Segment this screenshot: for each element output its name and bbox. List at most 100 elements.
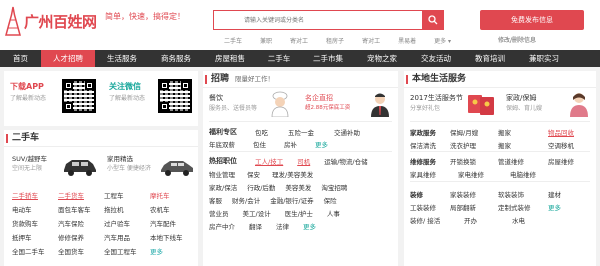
- life-link[interactable]: 保姆/月嫂: [450, 127, 498, 137]
- nav-item-parttime[interactable]: 兼职实习: [517, 50, 571, 67]
- car-link[interactable]: 汽车保险: [58, 218, 104, 228]
- nav-item-housing[interactable]: 房屋租售: [203, 50, 257, 67]
- car-link[interactable]: 修修保养: [58, 232, 104, 242]
- jobs-promo-enterprise[interactable]: 名企直招 超2.88元保底工资: [305, 93, 350, 111]
- nav-item-pets[interactable]: 宠物之家: [355, 50, 409, 67]
- hot-job-link[interactable]: 保安: [247, 169, 260, 179]
- nav-item-dating[interactable]: 交友活动: [409, 50, 463, 67]
- hot-job-link[interactable]: 司机: [297, 156, 310, 166]
- car-link-more[interactable]: 更多: [150, 246, 196, 256]
- welfare-link[interactable]: 包住: [253, 139, 266, 149]
- life-link[interactable]: 空调移机: [548, 140, 574, 150]
- hot-word[interactable]: 寄对工: [290, 36, 308, 45]
- life-link-more[interactable]: 更多: [548, 202, 561, 212]
- welfare-link[interactable]: 五险一金: [288, 127, 314, 137]
- car-link[interactable]: 二手货车: [58, 190, 104, 200]
- life-link[interactable]: 搬家: [498, 127, 548, 137]
- nav-item-home[interactable]: 首页: [0, 50, 41, 67]
- life-link[interactable]: 保洁清洗: [410, 140, 450, 150]
- hot-word[interactable]: 兼职: [260, 36, 272, 45]
- hot-job-link[interactable]: 医生/护士: [285, 208, 313, 218]
- car-link[interactable]: 面包车客车: [58, 204, 104, 214]
- hot-word[interactable]: 二手车: [224, 36, 242, 45]
- hot-job-link[interactable]: 金融/银行/证券: [270, 195, 313, 205]
- life-link[interactable]: 家电维修: [458, 169, 510, 179]
- site-logo[interactable]: 广州百姓网: [4, 4, 97, 38]
- car-link[interactable]: 过户验车: [104, 218, 150, 228]
- car-link[interactable]: 货款购车: [12, 218, 58, 228]
- car-link[interactable]: 本地下线车: [150, 232, 196, 242]
- life-promo-housekeeping[interactable]: 家政/保姆 保姆、育儿嫂: [506, 93, 542, 112]
- life-link[interactable]: 搬家: [498, 140, 548, 150]
- car-link[interactable]: 全国货车: [58, 246, 104, 256]
- welfare-link-more[interactable]: 更多: [315, 139, 328, 149]
- car-link[interactable]: 拖拉机: [104, 204, 150, 214]
- nav-item-market[interactable]: 二手市集: [301, 50, 355, 67]
- hot-job-link[interactable]: 美工/设计: [243, 208, 271, 218]
- hot-word[interactable]: 租房子: [326, 36, 344, 45]
- car-link[interactable]: 全国工程车: [104, 246, 150, 256]
- hot-job-link[interactable]: 家政/保洁: [209, 182, 237, 192]
- welfare-link[interactable]: 房补: [284, 139, 297, 149]
- hot-word-more[interactable]: 更多 ▾: [434, 36, 451, 45]
- life-link[interactable]: 工装装修: [410, 202, 450, 212]
- hot-word[interactable]: 寄对工: [362, 36, 380, 45]
- hot-job-link[interactable]: 财务/会计: [232, 195, 260, 205]
- hot-job-link[interactable]: 行政/后勤: [247, 182, 275, 192]
- edit-delete-link[interactable]: 修改/删除信息: [498, 35, 536, 44]
- nav-item-business[interactable]: 商务服务: [149, 50, 203, 67]
- used-cars-title[interactable]: 二手车: [4, 130, 198, 147]
- life-link[interactable]: 局部翻新: [450, 202, 498, 212]
- car-link[interactable]: 汽车用品: [104, 232, 150, 242]
- life-promo-festival[interactable]: 2017生活服务节 分享好礼包: [410, 93, 463, 112]
- car-link[interactable]: 全国二手车: [12, 246, 58, 256]
- hot-job-link[interactable]: 保险: [324, 195, 337, 205]
- hot-job-link[interactable]: 客服: [209, 195, 222, 205]
- search-input[interactable]: [214, 11, 422, 29]
- life-link[interactable]: 洗衣护理: [450, 140, 498, 150]
- life-link[interactable]: 管道维修: [498, 156, 548, 166]
- car-promo-suv[interactable]: SUV/越野车 空间无上限: [12, 154, 47, 174]
- car-link[interactable]: 抵押车: [12, 232, 58, 242]
- nav-item-life[interactable]: 生活服务: [95, 50, 149, 67]
- hot-job-link[interactable]: 翻译: [249, 221, 262, 231]
- car-link[interactable]: 摩托车: [150, 190, 196, 200]
- nav-item-education[interactable]: 教育培训: [463, 50, 517, 67]
- wechat-title[interactable]: 关注微信: [109, 81, 141, 92]
- life-link[interactable]: 家装装修: [450, 189, 498, 199]
- hot-job-link[interactable]: 工人/技工: [255, 156, 283, 166]
- welfare-link[interactable]: 包吃: [255, 127, 268, 137]
- life-link[interactable]: 开锁换锁: [450, 156, 498, 166]
- car-link[interactable]: 农机车: [150, 204, 196, 214]
- welfare-link[interactable]: 交通补助: [334, 127, 360, 137]
- search-button[interactable]: [422, 10, 444, 30]
- hot-job-link[interactable]: 房产中介: [209, 221, 235, 231]
- jobs-promo-food[interactable]: 餐饮 服务员、送餐员等: [209, 93, 257, 112]
- publish-button[interactable]: 免费发布信息: [480, 10, 584, 30]
- hot-job-link-more[interactable]: 更多: [303, 221, 316, 231]
- life-link[interactable]: 物品回收: [548, 127, 574, 137]
- car-link[interactable]: 电动车: [12, 204, 58, 214]
- life-link[interactable]: 家具维修: [410, 169, 458, 179]
- welfare-link[interactable]: 年底双薪: [209, 139, 235, 149]
- hot-job-link[interactable]: 理发/美容美发: [272, 169, 313, 179]
- car-link[interactable]: 工程车: [104, 190, 150, 200]
- nav-item-jobs[interactable]: 人才招聘: [41, 50, 95, 67]
- life-link[interactable]: 房屋维修: [548, 156, 574, 166]
- hot-word[interactable]: 黑易着: [398, 36, 416, 45]
- car-link[interactable]: 二手轿车: [12, 190, 58, 200]
- nav-item-used-cars[interactable]: 二手车: [257, 50, 301, 67]
- life-link[interactable]: 装修/ 接活: [410, 215, 464, 225]
- hot-job-link[interactable]: 法律: [276, 221, 289, 231]
- life-link[interactable]: 开办: [464, 215, 512, 225]
- life-link[interactable]: 定制式装修: [498, 202, 548, 212]
- hot-job-link[interactable]: 美容美发: [285, 182, 311, 192]
- life-link[interactable]: 电脑维修: [510, 169, 536, 179]
- app-download-title[interactable]: 下载APP: [10, 81, 44, 92]
- hot-job-link[interactable]: 人事: [327, 208, 340, 218]
- hot-job-link[interactable]: 运输/物流/仓储: [324, 156, 367, 166]
- life-link[interactable]: 水电: [512, 215, 525, 225]
- life-link[interactable]: 软装装饰: [498, 189, 548, 199]
- hot-job-link[interactable]: 淘宝招聘: [321, 182, 347, 192]
- life-services-title[interactable]: 本地生活服务: [412, 74, 466, 84]
